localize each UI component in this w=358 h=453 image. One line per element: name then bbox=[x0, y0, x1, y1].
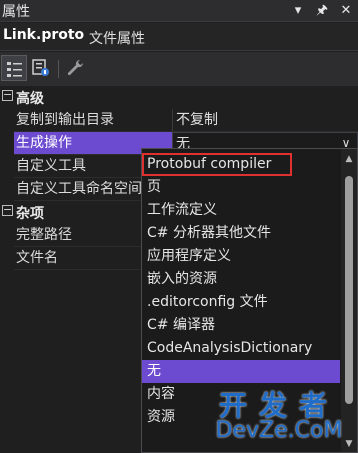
option-none[interactable]: 无 bbox=[142, 360, 340, 383]
window-title: 属性 bbox=[2, 4, 30, 20]
scroll-thumb[interactable] bbox=[345, 176, 353, 404]
property-name[interactable]: 复制到输出目录 bbox=[14, 109, 172, 132]
object-type: 文件属性 bbox=[89, 31, 145, 47]
property-pages-button[interactable] bbox=[62, 55, 88, 81]
category-label: 杂项 bbox=[16, 206, 44, 222]
pin-icon[interactable]: 🖈 bbox=[314, 2, 330, 20]
option-protobuf-compiler[interactable]: Protobuf compiler bbox=[142, 153, 292, 176]
properties-titlebar: 属性 ▾ 🖈 ✕ bbox=[0, 0, 358, 22]
scroll-down-arrow-icon[interactable]: ▼ bbox=[341, 436, 357, 452]
dropdown-scrollbar[interactable]: ▲ ▼ bbox=[341, 149, 357, 452]
option-workflow-definition[interactable]: 工作流定义 bbox=[142, 199, 340, 222]
close-icon[interactable]: ✕ bbox=[338, 2, 354, 20]
option-embedded-resource[interactable]: 嵌入的资源 bbox=[142, 268, 340, 291]
wrench-icon bbox=[67, 59, 84, 76]
category-label: 高级 bbox=[16, 91, 44, 107]
categorized-view-button[interactable] bbox=[1, 55, 27, 81]
scroll-up-arrow-icon[interactable]: ▲ bbox=[341, 151, 357, 167]
option-resource[interactable]: 资源 bbox=[142, 406, 340, 429]
category-advanced[interactable]: − 高级 bbox=[0, 86, 358, 109]
property-value[interactable]: 不复制 bbox=[172, 109, 358, 132]
categorized-icon bbox=[7, 62, 22, 77]
option-csharp-analyzer-additional-file[interactable]: C# 分析器其他文件 bbox=[142, 222, 340, 245]
toolbar-separator bbox=[58, 60, 59, 78]
option-csharp-compiler[interactable]: C# 编译器 bbox=[142, 314, 340, 337]
collapse-icon[interactable]: − bbox=[2, 89, 13, 101]
build-action-dropdown[interactable]: Protobuf compiler 页 工作流定义 C# 分析器其他文件 应用程… bbox=[141, 148, 358, 453]
object-name: Link.proto bbox=[3, 27, 85, 43]
collapse-icon[interactable]: − bbox=[2, 204, 13, 216]
option-application-definition[interactable]: 应用程序定义 bbox=[142, 245, 340, 268]
option-code-analysis-dictionary[interactable]: CodeAnalysisDictionary bbox=[142, 337, 340, 360]
property-pages-icon bbox=[32, 59, 49, 76]
option-page[interactable]: 页 bbox=[142, 176, 340, 199]
dropdown-options-icon[interactable]: ▾ bbox=[290, 2, 306, 20]
properties-toolbar bbox=[0, 52, 358, 86]
property-row-copy-to-output[interactable]: 复制到输出目录 不复制 bbox=[0, 109, 358, 132]
option-content[interactable]: 内容 bbox=[142, 383, 340, 406]
option-editorconfig-file[interactable]: .editorconfig 文件 bbox=[142, 291, 340, 314]
titlebar-buttons: ▾ 🖈 ✕ bbox=[290, 0, 354, 22]
object-header[interactable]: Link.proto 文件属性 bbox=[0, 23, 358, 51]
alphabetical-view-button[interactable] bbox=[28, 55, 54, 81]
